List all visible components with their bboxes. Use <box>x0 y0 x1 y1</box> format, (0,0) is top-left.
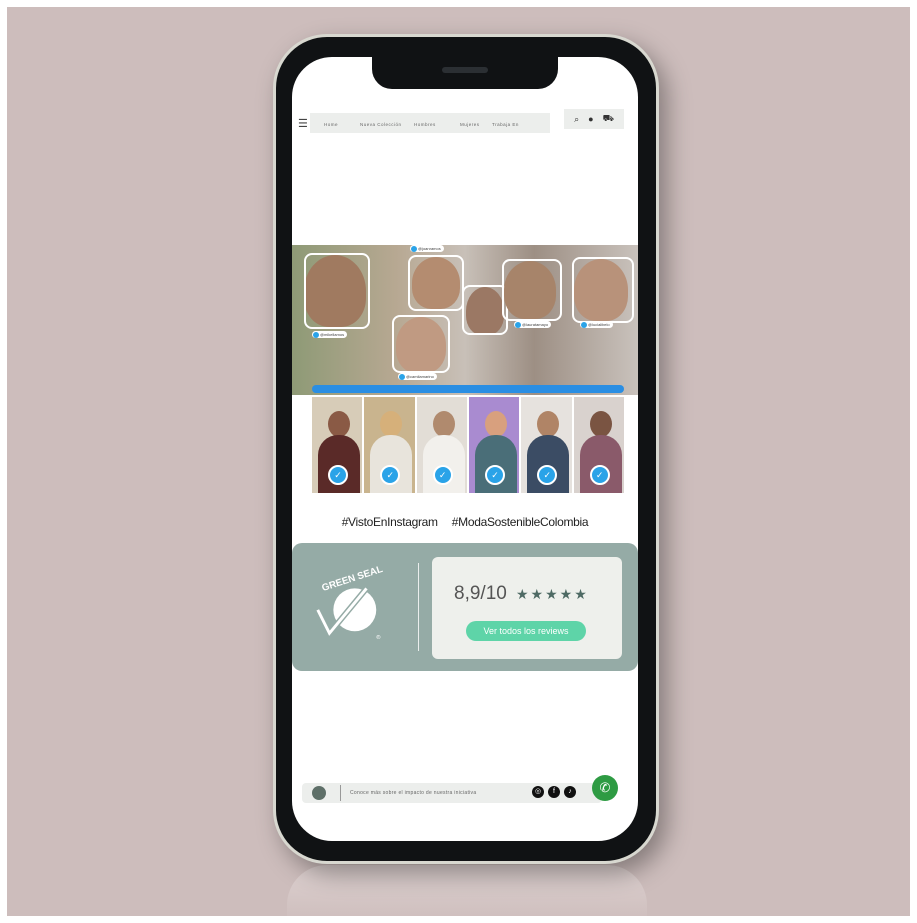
tiktok-icon[interactable]: ♪ <box>564 786 576 798</box>
accent-bar <box>312 385 624 393</box>
customer-photo-6[interactable]: ✓ <box>573 397 624 493</box>
customer-head <box>484 411 507 437</box>
facebook-icon[interactable]: f <box>548 786 560 798</box>
phone-reflection <box>287 865 647 916</box>
whatsapp-icon[interactable]: ✆ <box>592 775 618 801</box>
customer-photo-2[interactable]: ✓ <box>364 397 415 493</box>
panel-divider <box>418 563 419 651</box>
customer-head <box>589 411 612 437</box>
face-box-5 <box>502 259 562 321</box>
nav-links-bar: Home Nueva Colección Hombres Mujeres Tra… <box>310 113 550 133</box>
instagram-icon[interactable]: ◎ <box>532 786 544 798</box>
nav-link-new-collection[interactable]: Nueva Colección <box>360 122 402 127</box>
nav-icons: ⌕ ● ⛟ <box>564 109 624 129</box>
instagram-tag[interactable]: @lauratamayo <box>514 321 552 328</box>
search-icon[interactable]: ⌕ <box>574 114 579 125</box>
footer-dot <box>312 786 326 800</box>
nav-link-women[interactable]: Mujeres <box>460 122 480 127</box>
speaker <box>442 67 488 73</box>
customer-head <box>380 411 403 437</box>
view-reviews-button[interactable]: Ver todos los reviews <box>466 621 586 641</box>
footer-divider <box>340 785 341 801</box>
footer-bar: Conoce más sobre el impacto de nuestra i… <box>302 783 602 803</box>
instagram-tag[interactable]: @camilamarino <box>398 373 437 380</box>
hashtag[interactable]: #ModaSostenibleColombia <box>452 515 589 529</box>
instagram-tag[interactable]: @joanramos <box>410 245 444 252</box>
instagram-tag[interactable]: @mikellamos <box>312 331 348 338</box>
phone-frame: ☰ Home Nueva Colección Hombres Mujeres T… <box>273 34 659 864</box>
face-box-3 <box>392 315 450 373</box>
face-box-2 <box>408 255 464 311</box>
nav-link-work[interactable]: Trabaja En <box>492 122 519 127</box>
green-seal-logo: GREEN SEAL ® <box>315 565 384 641</box>
social-icons: ◎ f ♪ <box>532 786 576 798</box>
green-seal-panel: GREEN SEAL ® 8,9/10 ★★★★★ Ver todos los … <box>292 543 638 671</box>
customer-photo-1[interactable]: ✓ <box>312 397 363 493</box>
customer-head <box>432 411 455 437</box>
rating-card: 8,9/10 ★★★★★ Ver todos los reviews <box>432 557 622 659</box>
cart-icon[interactable]: ⛟ <box>603 113 614 125</box>
hashtags: #VistoEnInstagram #ModaSostenibleColombi… <box>292 515 638 529</box>
customer-photo-strip: ✓ ✓ ✓ ✓ ✓ ✓ <box>312 397 624 493</box>
verified-check-icon: ✓ <box>328 465 348 485</box>
top-nav: ☰ Home Nueva Colección Hombres Mujeres T… <box>292 109 638 143</box>
user-icon[interactable]: ● <box>588 114 593 124</box>
verified-check-icon: ✓ <box>589 465 610 485</box>
face-box-1 <box>304 253 370 329</box>
face-box-6 <box>572 257 634 323</box>
hamburger-icon[interactable]: ☰ <box>298 117 308 130</box>
verified-check-icon: ✓ <box>432 465 453 485</box>
phone-screen: ☰ Home Nueva Colección Hombres Mujeres T… <box>292 57 638 841</box>
rating-score: 8,9/10 <box>454 583 507 604</box>
instagram-collage: @mikellamos @joanramos @camilamarino @la… <box>292 245 638 395</box>
customer-head <box>537 411 560 437</box>
customer-photo-5[interactable]: ✓ <box>521 397 572 493</box>
nav-link-home[interactable]: Home <box>324 122 338 127</box>
footer-impact-link[interactable]: Conoce más sobre el impacto de nuestra i… <box>350 790 476 796</box>
customer-photo-4[interactable]: ✓ <box>468 397 520 493</box>
hashtag[interactable]: #VistoEnInstagram <box>342 515 438 529</box>
notch <box>372 57 558 89</box>
verified-check-icon: ✓ <box>484 465 505 485</box>
nav-link-men[interactable]: Hombres <box>414 122 436 127</box>
registered-mark: ® <box>376 634 381 641</box>
rating-stars: ★★★★★ <box>516 586 589 602</box>
instagram-tag[interactable]: @lucialibelo <box>580 321 613 328</box>
customer-photo-3[interactable]: ✓ <box>416 397 467 493</box>
customer-head <box>328 411 350 437</box>
